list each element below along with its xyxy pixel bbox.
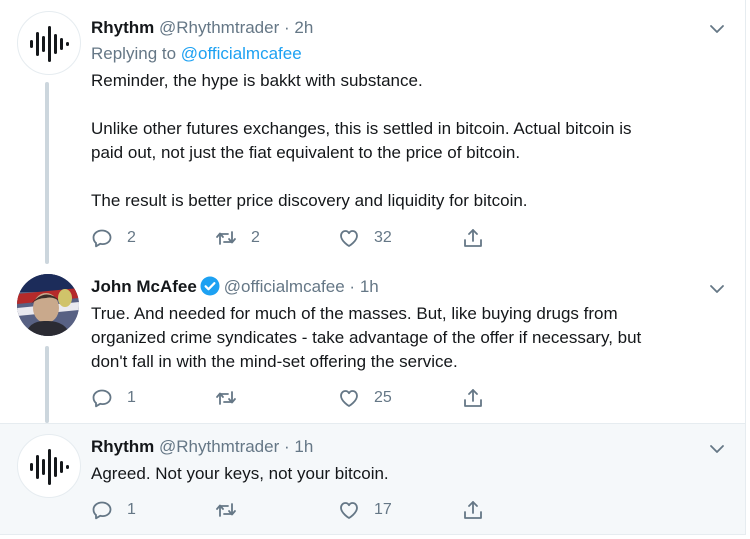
rhythm-logo-icon [30,449,69,485]
thread-line [45,82,49,264]
retweet-button[interactable] [215,499,251,521]
chevron-down-icon[interactable] [706,18,728,40]
like-button[interactable]: 25 [338,387,392,409]
tweet-text: True. And needed for much of the masses.… [91,302,721,374]
reply-count: 1 [127,501,136,518]
avatar[interactable] [17,434,81,498]
retweet-icon [216,391,236,405]
timestamp[interactable]: 2h [294,18,313,37]
share-icon [464,229,482,247]
like-icon [340,230,358,247]
replying-prefix: Replying to [91,44,177,63]
tweet-line: organized crime syndicates - take advant… [91,328,642,347]
like-count: 32 [374,229,392,246]
like-count: 17 [374,501,392,518]
retweet-button[interactable]: 2 [215,227,260,249]
tweet-line: paid out, not just the fiat equivalent t… [91,143,521,162]
retweet-count: 2 [251,229,260,246]
verified-badge-icon [200,276,220,296]
reply-icon [92,229,112,248]
display-name[interactable]: Rhythm [91,18,154,37]
retweet-button[interactable] [215,387,251,409]
share-icon [464,389,482,407]
tweet-text: Agreed. Not your keys, not your bitcoin. [91,462,721,486]
display-name[interactable]: John McAfee [91,277,197,296]
separator: · [284,18,290,37]
tweet-2[interactable]: John McAfee @officialmcafee · 1h True. An… [0,264,746,423]
handle[interactable]: @Rhythmtrader [159,18,279,37]
profile-photo-icon [17,274,79,336]
reply-icon [92,389,112,408]
tweet-header: Rhythm @Rhythmtrader · 2h [91,17,313,39]
chevron-down-icon[interactable] [706,438,728,460]
handle[interactable]: @officialmcafee [224,277,345,296]
avatar[interactable] [17,11,81,75]
tweet-line: Agreed. Not your keys, not your bitcoin. [91,464,389,483]
share-icon [464,501,482,519]
display-name[interactable]: Rhythm [91,437,154,456]
share-button[interactable] [462,387,484,409]
share-button[interactable] [462,227,484,249]
avatar[interactable] [17,274,79,336]
tweet-line: Reminder, the hype is bakkt with substan… [91,71,423,90]
reply-button[interactable]: 1 [91,387,136,409]
reply-icon [92,501,112,520]
like-icon [340,502,358,519]
tweet-line: Unlike other futures exchanges, this is … [91,119,632,138]
tweet-line: don't fall in with the mind-set offering… [91,352,458,371]
reply-count: 1 [127,389,136,406]
timestamp[interactable]: 1h [360,277,379,296]
replying-handle-link[interactable]: @officialmcafee [181,44,302,63]
retweet-icon [216,231,236,245]
replying-to: Replying to @officialmcafee [91,43,302,65]
rhythm-logo-icon [30,26,69,62]
like-button[interactable]: 17 [338,499,392,521]
tweet-1[interactable]: Rhythm @Rhythmtrader · 2h Replying to @o… [0,0,746,264]
tweet-header: John McAfee @officialmcafee · 1h [91,276,379,298]
tweet-3[interactable]: Rhythm @Rhythmtrader · 1h Agreed. Not yo… [0,423,746,535]
share-button[interactable] [462,499,484,521]
like-icon [340,390,358,407]
thread-line [45,346,49,423]
tweet-line: The result is better price discovery and… [91,191,528,210]
handle[interactable]: @Rhythmtrader [159,437,279,456]
reply-button[interactable]: 2 [91,227,136,249]
tweet-line: True. And needed for much of the masses.… [91,304,618,323]
like-count: 25 [374,389,392,406]
reply-count: 2 [127,229,136,246]
separator: · [284,437,290,456]
retweet-icon [216,503,236,517]
timestamp[interactable]: 1h [294,437,313,456]
reply-button[interactable]: 1 [91,499,136,521]
tweet-text: Reminder, the hype is bakkt with substan… [91,69,721,213]
like-button[interactable]: 32 [338,227,392,249]
tweet-header: Rhythm @Rhythmtrader · 1h [91,436,313,458]
chevron-down-icon[interactable] [706,278,728,300]
separator: · [349,277,356,296]
